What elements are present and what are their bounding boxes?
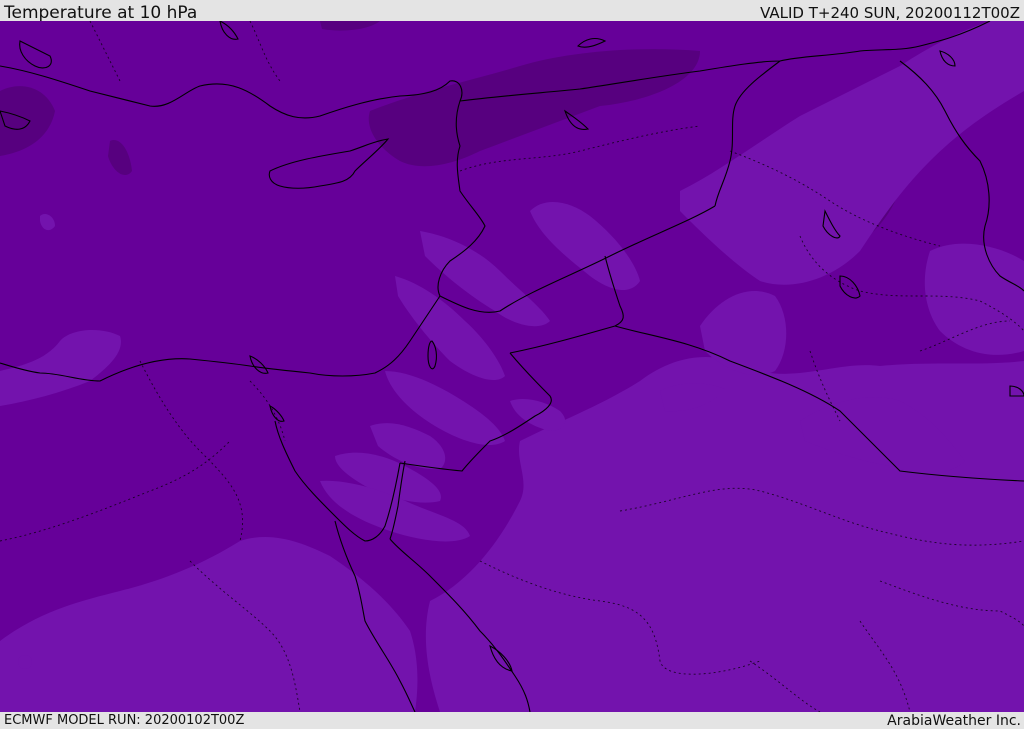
credit-label: ArabiaWeather Inc. [887,713,1021,729]
footer-bar: ECMWF MODEL RUN: 20200102T00Z ArabiaWeat… [0,712,1024,729]
map-title: Temperature at 10 hPa [4,3,198,23]
temperature-map[interactable] [0,21,1024,712]
model-run: ECMWF MODEL RUN: 20200102T00Z [4,713,245,728]
header-bar: Temperature at 10 hPa VALID T+240 SUN, 2… [0,0,1024,23]
valid-time: VALID T+240 SUN, 20200112T00Z [760,4,1020,22]
